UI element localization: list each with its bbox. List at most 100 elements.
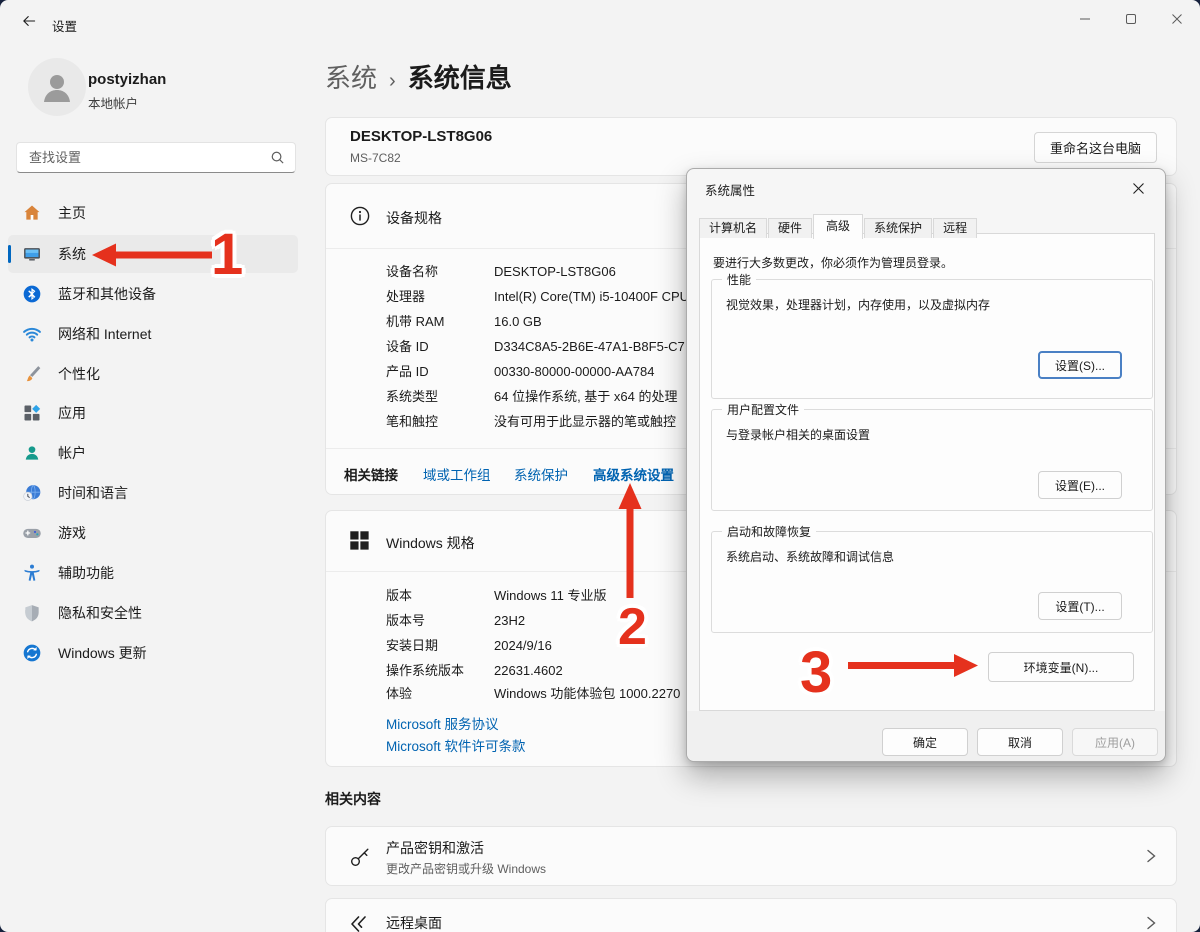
caption-buttons — [1062, 0, 1200, 38]
link-ms-software-license[interactable]: Microsoft 软件许可条款 — [386, 735, 526, 755]
spec-value: DESKTOP-LST8G06 — [494, 264, 616, 279]
close-icon — [1171, 13, 1183, 25]
ok-button[interactable]: 确定 — [882, 728, 968, 756]
search-box — [16, 142, 296, 173]
spec-value: 00330-80000-00000-AA784 — [494, 364, 654, 379]
performance-group-label: 性能 — [722, 271, 756, 288]
performance-settings-button[interactable]: 设置(S)... — [1038, 351, 1122, 379]
spec-value: Windows 11 专业版 — [494, 588, 606, 603]
avatar[interactable] — [28, 58, 86, 116]
sidebar-item-label: 时间和语言 — [58, 483, 128, 503]
spec-row: 设备 IDD334C8A5-2B6E-47A1-B8F5-C7 — [386, 336, 685, 356]
breadcrumb: 系统 › 系统信息 — [325, 58, 512, 95]
spec-label: 版本号 — [386, 610, 494, 629]
spec-label: 笔和触控 — [386, 411, 494, 430]
rename-pc-button[interactable]: 重命名这台电脑 — [1034, 132, 1157, 163]
minimize-button[interactable] — [1062, 0, 1108, 38]
home-icon — [22, 203, 42, 223]
sidebar-item-system[interactable]: 系统 — [8, 235, 298, 273]
spec-label: 设备名称 — [386, 261, 494, 280]
spec-row: 版本号23H2 — [386, 610, 525, 630]
spec-label: 设备 ID — [386, 336, 494, 355]
windows-update-icon — [22, 643, 42, 663]
sidebar-item-label: Windows 更新 — [58, 643, 147, 663]
remote-desktop-card[interactable]: 远程桌面 — [325, 898, 1177, 932]
link-system-protection[interactable]: 系统保护 — [514, 464, 568, 484]
close-icon — [1132, 182, 1145, 195]
spec-value: 22631.4602 — [494, 663, 563, 678]
link-advanced-system-settings[interactable]: 高级系统设置 — [593, 464, 674, 484]
user-silhouette-icon — [37, 67, 77, 107]
sidebar-item-network[interactable]: 网络和 Internet — [8, 315, 298, 353]
chevron-right-icon — [1144, 915, 1158, 932]
spec-label: 操作系统版本 — [386, 660, 494, 679]
related-links-label: 相关链接 — [344, 464, 398, 484]
user-name: postyizhan — [88, 71, 166, 88]
tab-system-protection[interactable]: 系统保护 — [864, 218, 932, 238]
sidebar-item-time-language[interactable]: 时间和语言 — [8, 474, 298, 512]
sidebar-item-windows-update[interactable]: Windows 更新 — [8, 634, 298, 672]
sidebar-item-apps[interactable]: 应用 — [8, 394, 298, 432]
sidebar-item-privacy-security[interactable]: 隐私和安全性 — [8, 594, 298, 632]
breadcrumb-parent[interactable]: 系统 — [325, 58, 377, 95]
startup-recovery-group-label: 启动和故障恢复 — [722, 523, 816, 540]
dialog-title: 系统属性 — [705, 180, 755, 199]
tab-computer-name[interactable]: 计算机名 — [699, 218, 767, 238]
tab-advanced[interactable]: 高级 — [813, 214, 863, 239]
sidebar-item-label: 系统 — [58, 244, 86, 264]
spec-value: D334C8A5-2B6E-47A1-B8F5-C7 — [494, 339, 685, 354]
spec-value: 没有可用于此显示器的笔或触控 — [494, 414, 676, 429]
sidebar-item-label: 网络和 Internet — [58, 324, 151, 344]
related-content-heading: 相关内容 — [325, 789, 381, 809]
tab-remote[interactable]: 远程 — [933, 218, 977, 238]
remote-desktop-icon — [348, 912, 372, 932]
windows-specs-title[interactable]: Windows 规格 — [386, 533, 475, 553]
link-ms-services-agreement[interactable]: Microsoft 服务协议 — [386, 713, 499, 733]
sidebar-item-gaming[interactable]: 游戏 — [8, 514, 298, 552]
maximize-button[interactable] — [1108, 0, 1154, 38]
product-key-title: 产品密钥和激活 — [386, 838, 484, 858]
search-input[interactable] — [17, 143, 295, 172]
link-domain-workgroup[interactable]: 域或工作组 — [423, 464, 491, 484]
product-key-subtitle: 更改产品密钥或升级 Windows — [386, 860, 546, 877]
dialog-close-button[interactable] — [1121, 175, 1155, 201]
spec-label: 安装日期 — [386, 635, 494, 654]
remote-desktop-title: 远程桌面 — [386, 913, 442, 932]
back-button[interactable] — [14, 10, 44, 36]
spec-row: 体验Windows 功能体验包 1000.2270 — [386, 683, 680, 703]
sidebar-item-label: 个性化 — [58, 364, 100, 384]
user-profiles-settings-button[interactable]: 设置(E)... — [1038, 471, 1122, 499]
tab-hardware[interactable]: 硬件 — [768, 218, 812, 238]
spec-value: 64 位操作系统, 基于 x64 的处理 — [494, 389, 677, 404]
sidebar-item-home[interactable]: 主页 — [8, 194, 298, 232]
sidebar-item-accounts[interactable]: 帐户 — [8, 434, 298, 472]
breadcrumb-separator: › — [389, 70, 396, 93]
cancel-button[interactable]: 取消 — [977, 728, 1063, 756]
system-icon — [22, 244, 42, 264]
sidebar-item-personalization[interactable]: 个性化 — [8, 355, 298, 393]
sidebar-item-label: 隐私和安全性 — [58, 603, 142, 623]
info-icon — [348, 204, 372, 233]
key-icon — [348, 845, 372, 874]
spec-label: 体验 — [386, 683, 494, 702]
sidebar-item-accessibility[interactable]: 辅助功能 — [8, 554, 298, 592]
device-specs-title[interactable]: 设备规格 — [386, 208, 442, 228]
page-title: 系统信息 — [408, 58, 512, 95]
environment-variables-button[interactable]: 环境变量(N)... — [988, 652, 1134, 682]
startup-recovery-group-text: 系统启动、系统故障和调试信息 — [726, 548, 894, 565]
admin-note: 要进行大多数更改，你必须作为管理员登录。 — [713, 254, 953, 271]
privacy-shield-icon — [22, 603, 42, 623]
user-profiles-group-text: 与登录帐户相关的桌面设置 — [726, 426, 870, 443]
spec-row: 系统类型64 位操作系统, 基于 x64 的处理 — [386, 386, 677, 406]
startup-recovery-settings-button[interactable]: 设置(T)... — [1038, 592, 1122, 620]
spec-row: 笔和触控没有可用于此显示器的笔或触控 — [386, 411, 676, 431]
time-language-icon — [22, 483, 42, 503]
sidebar-item-bluetooth-devices[interactable]: 蓝牙和其他设备 — [8, 275, 298, 313]
sidebar-item-label: 游戏 — [58, 523, 86, 543]
close-button[interactable] — [1154, 0, 1200, 38]
personalization-brush-icon — [22, 364, 42, 384]
device-model: MS-7C82 — [350, 151, 401, 165]
user-profiles-group-label: 用户配置文件 — [722, 401, 804, 418]
product-key-card[interactable]: 产品密钥和激活 更改产品密钥或升级 Windows — [325, 826, 1177, 886]
dialog-tab-strip: 计算机名 硬件 高级 系统保护 远程 — [699, 214, 978, 238]
